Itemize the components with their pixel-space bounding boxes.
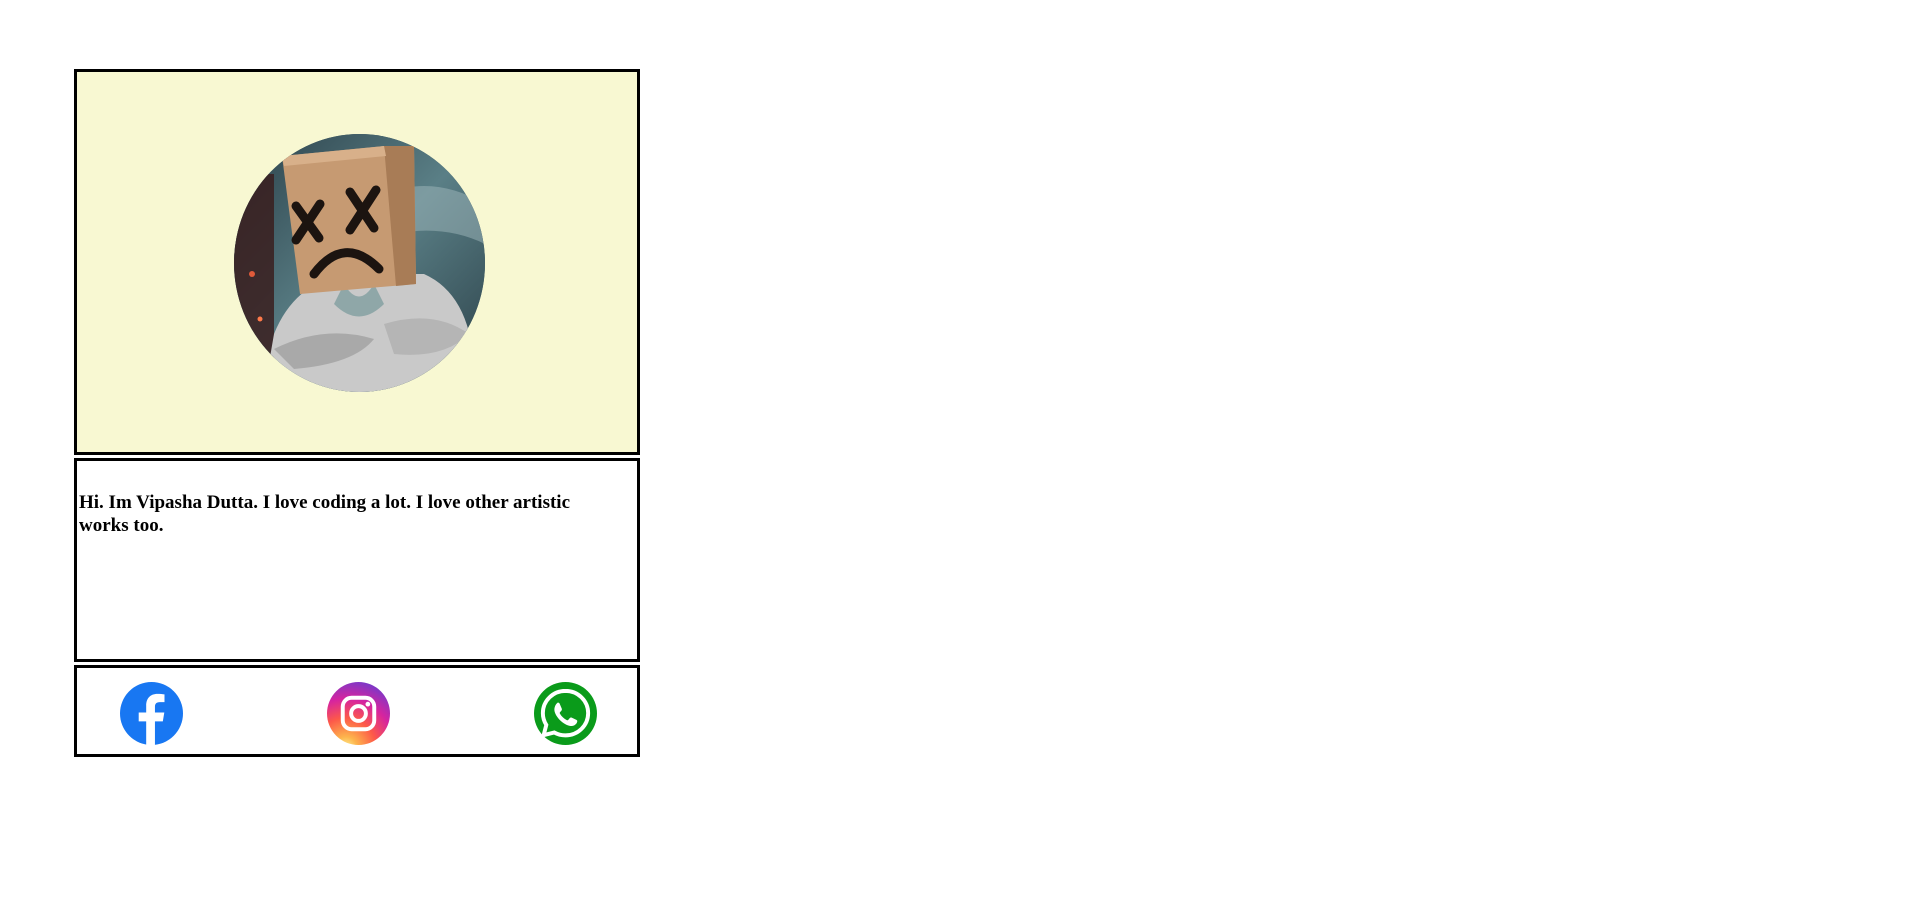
profile-card: Hi. Im Vipasha Dutta. I love coding a lo… [74,69,640,757]
whatsapp-icon [534,682,597,745]
instagram-link[interactable] [327,682,390,745]
social-links [74,665,640,757]
whatsapp-link[interactable] [534,682,597,745]
bio-section: Hi. Im Vipasha Dutta. I love coding a lo… [74,458,640,662]
photo-section [74,69,640,455]
bio-text: Hi. Im Vipasha Dutta. I love coding a lo… [79,492,571,536]
facebook-link[interactable] [120,682,183,745]
instagram-icon [327,682,390,745]
facebook-icon [120,682,183,745]
profile-avatar [234,134,485,392]
